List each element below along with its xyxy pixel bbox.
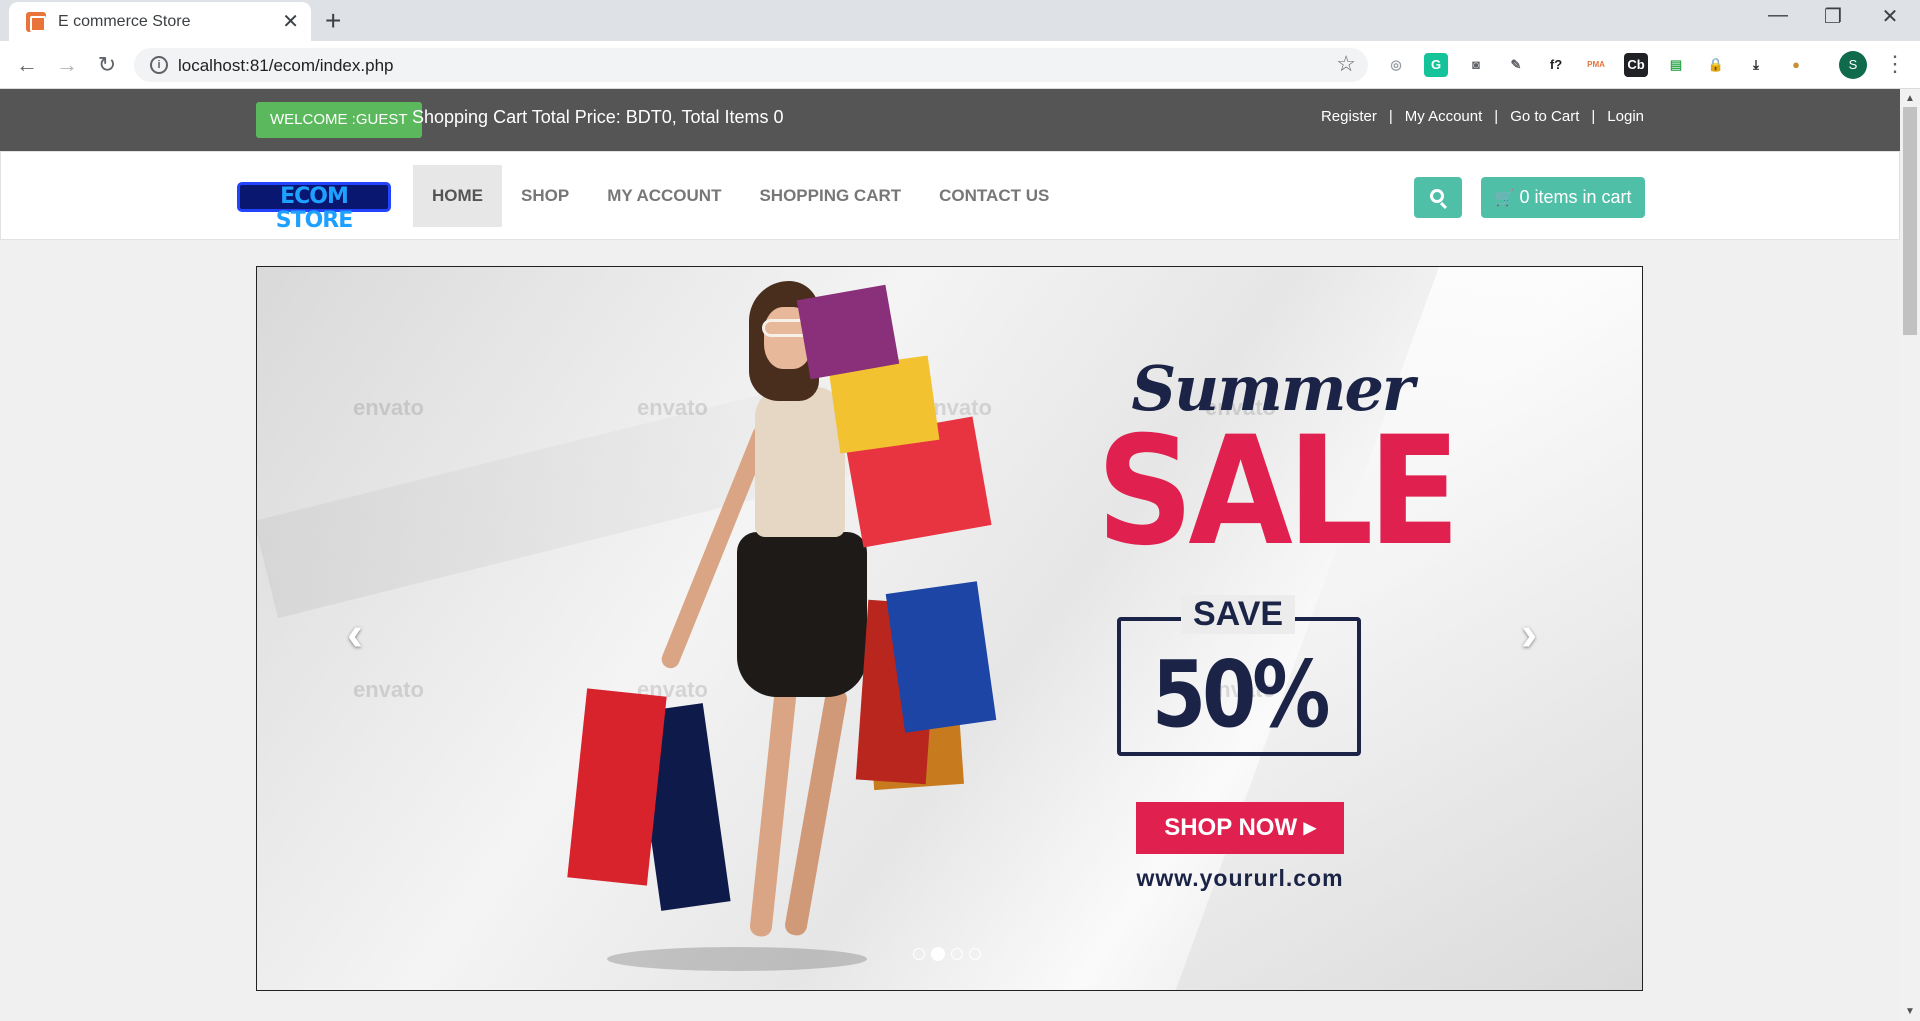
my-account-link[interactable]: My Account xyxy=(1405,108,1483,125)
close-window-button[interactable]: ✕ xyxy=(1870,4,1910,29)
shopper-image xyxy=(407,267,997,990)
cart-button-label: 0 items in cart xyxy=(1519,187,1632,207)
login-link[interactable]: Login xyxy=(1607,108,1644,125)
search-button[interactable] xyxy=(1414,177,1462,218)
cart-summary-text: Shopping Cart Total Price: BDT0, Total I… xyxy=(412,107,784,127)
profile-avatar[interactable]: S xyxy=(1839,51,1867,79)
browser-toolbar: ← → ↻ i localhost:81/ecom/index.php ☆ ◎ G… xyxy=(0,41,1920,89)
carousel-indicator-dot[interactable] xyxy=(931,947,945,961)
top-links: Register | My Account | Go to Cart | Log… xyxy=(1321,108,1644,125)
save-percentage: 50% xyxy=(1151,641,1331,748)
scroll-thumb[interactable] xyxy=(1903,107,1917,335)
top-bar: WELCOME :GUEST Shopping Cart Total Price… xyxy=(0,89,1900,151)
search-icon-handle xyxy=(1439,201,1448,210)
hero-carousel[interactable]: envato envato envato envato envato envat… xyxy=(256,266,1643,991)
go-to-cart-link[interactable]: Go to Cart xyxy=(1510,108,1579,125)
site-info-icon[interactable]: i xyxy=(150,56,168,74)
bookmark-star-icon[interactable]: ☆ xyxy=(1336,51,1356,77)
eyedropper-icon[interactable]: ✎ xyxy=(1504,53,1528,77)
cart-button[interactable]: 🛒 0 items in cart xyxy=(1481,177,1645,218)
main-navbar: ECOM STORE HOME SHOP MY ACCOUNT SHOPPING… xyxy=(0,151,1900,240)
carousel-prev-icon[interactable]: ‹ xyxy=(347,607,363,662)
store-logo[interactable]: ECOM STORE xyxy=(237,182,391,233)
nav-shop[interactable]: SHOP xyxy=(502,165,588,227)
browser-menu-icon[interactable]: ⋮ xyxy=(1884,51,1906,77)
register-link[interactable]: Register xyxy=(1321,108,1377,125)
browser-tab[interactable]: E commerce Store ✕ xyxy=(9,2,311,41)
slide-url-text: www.yoururl.com xyxy=(1136,865,1344,891)
nav-shopping-cart[interactable]: SHOPPING CART xyxy=(740,165,920,227)
cb-icon[interactable]: Cb xyxy=(1624,53,1648,77)
scroll-down-arrow-icon[interactable]: ▼ xyxy=(1905,1006,1915,1017)
page-scrollbar[interactable]: ▲ ▼ xyxy=(1900,89,1920,1021)
welcome-badge[interactable]: WELCOME :GUEST xyxy=(256,102,422,138)
save-label: SAVE xyxy=(1181,595,1296,634)
camera-icon[interactable]: ◙ xyxy=(1464,53,1488,77)
page-viewport: WELCOME :GUEST Shopping Cart Total Price… xyxy=(0,89,1900,1021)
main-menu: HOME SHOP MY ACCOUNT SHOPPING CART CONTA… xyxy=(413,165,1068,227)
nav-contact-us[interactable]: CONTACT US xyxy=(920,165,1068,227)
scroll-up-arrow-icon[interactable]: ▲ xyxy=(1905,93,1915,104)
carousel-indicator-dot[interactable] xyxy=(913,948,925,960)
pma-icon[interactable]: PMA xyxy=(1584,53,1608,77)
grammarly-icon[interactable]: G xyxy=(1424,53,1448,77)
link-separator: | xyxy=(1591,108,1596,125)
nav-home[interactable]: HOME xyxy=(413,165,502,227)
back-button[interactable]: ← xyxy=(12,50,42,80)
forward-button[interactable]: → xyxy=(52,50,82,80)
carousel-indicator-dot[interactable] xyxy=(969,948,981,960)
save-box: SAVE 50% xyxy=(1117,595,1361,756)
cart-icon: 🛒 xyxy=(1494,190,1515,207)
nav-my-account[interactable]: MY ACCOUNT xyxy=(588,165,740,227)
tab-title: E commerce Store xyxy=(58,12,191,30)
slide-heading: SALE xyxy=(1096,405,1461,579)
minimize-button[interactable]: — xyxy=(1758,4,1798,27)
function-icon[interactable]: f? xyxy=(1544,53,1568,77)
carousel-indicator-dot[interactable] xyxy=(951,948,963,960)
reload-button[interactable]: ↻ xyxy=(92,50,122,80)
ext-1-icon[interactable]: ◎ xyxy=(1384,53,1408,77)
lock-icon[interactable]: 🔒 xyxy=(1704,53,1728,77)
xampp-favicon-icon xyxy=(26,11,46,32)
url-text[interactable]: localhost:81/ecom/index.php xyxy=(178,56,393,76)
download-icon[interactable]: ⤓ xyxy=(1744,53,1768,77)
tray-icon[interactable]: ▤ xyxy=(1664,53,1688,77)
new-tab-button[interactable]: + xyxy=(325,5,341,37)
maximize-button[interactable]: ❐ xyxy=(1813,4,1853,29)
carousel-indicators xyxy=(913,947,981,961)
link-separator: | xyxy=(1388,108,1393,125)
close-tab-icon[interactable]: ✕ xyxy=(282,9,299,34)
shop-now-button[interactable]: SHOP NOW ▸ xyxy=(1136,802,1344,854)
tab-strip: E commerce Store ✕ + — ❐ ✕ xyxy=(0,0,1920,41)
link-separator: | xyxy=(1494,108,1499,125)
carousel-next-icon[interactable]: › xyxy=(1521,607,1537,662)
cookie-icon[interactable]: ● xyxy=(1784,53,1808,77)
address-bar[interactable]: i localhost:81/ecom/index.php ☆ xyxy=(134,48,1368,82)
